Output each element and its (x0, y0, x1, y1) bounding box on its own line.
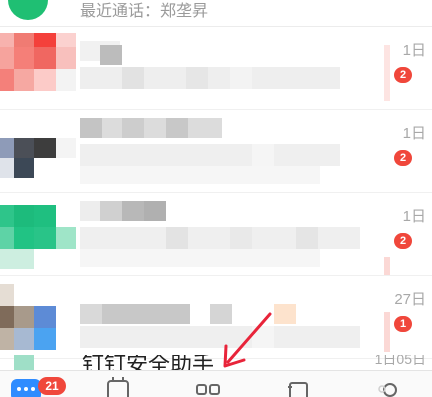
annotation-arrow (223, 312, 272, 368)
